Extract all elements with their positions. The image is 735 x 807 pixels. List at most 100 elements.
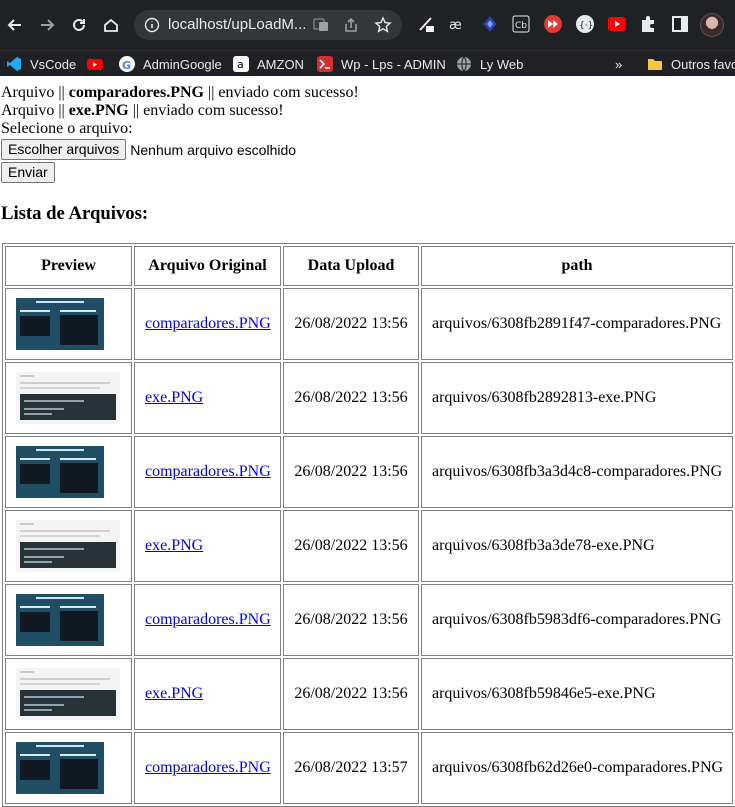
url-text: localhost/upLoadM... [168, 16, 307, 33]
bookmark-label: AMZON [257, 56, 304, 72]
site-info-icon[interactable] [144, 17, 160, 33]
ae-extension-icon[interactable]: æ [447, 14, 467, 34]
bookmarks-overflow-button[interactable]: » [615, 55, 622, 73]
uploaded-filename: comparadores.PNG [68, 84, 204, 101]
path-cell: arquivos/6308fb62d26e0-comparadores.PNG [421, 732, 733, 804]
bookmark-wp-lps-admin[interactable]: Wp - Lps - ADMIN [317, 55, 446, 73]
upload-date-cell: 26/08/2022 13:56 [283, 362, 419, 434]
file-link[interactable]: exe.PNG [145, 537, 203, 554]
bookmark-label: Outros favor [671, 56, 735, 72]
path-cell: arquivos/6308fb3a3d4c8-comparadores.PNG [421, 436, 733, 508]
back-arrow-icon [7, 19, 21, 31]
svg-text:æ: æ [449, 18, 462, 33]
forward-arrow-icon [41, 19, 55, 31]
svg-text:G: G [122, 59, 131, 72]
bookmark-label: Wp - Lps - ADMIN [341, 56, 446, 72]
back-button[interactable] [2, 12, 28, 38]
submit-button[interactable]: Enviar [1, 162, 55, 183]
pen-extension-icon[interactable] [416, 14, 436, 34]
vscode-icon [7, 57, 21, 71]
path-cell: arquivos/6308fb3a3de78-exe.PNG [421, 510, 733, 582]
overflow-chevron-icon: » [615, 56, 623, 72]
bookmark-amazon[interactable]: a AMZON [233, 55, 304, 73]
table-row: exe.PNG 26/08/2022 13:56 arquivos/6308fb3a… [5, 510, 733, 582]
amazon-icon: a [233, 56, 249, 72]
fast-forward-extension-icon[interactable] [543, 14, 563, 34]
diamond-extension-icon[interactable] [480, 14, 500, 34]
side-panel-icon[interactable] [670, 14, 690, 34]
forward-button[interactable] [34, 12, 60, 38]
globe-icon [457, 56, 471, 72]
bookmark-admingoogle[interactable]: G AdminGoogle [119, 55, 222, 73]
youtube-icon [87, 59, 103, 70]
cb-extension-icon[interactable]: Cb [511, 14, 531, 34]
file-link[interactable]: comparadores.PNG [145, 759, 271, 776]
no-file-chosen-text: Nenhum arquivo escolhido [130, 141, 297, 158]
address-bar[interactable]: localhost/upLoadM... [134, 10, 402, 40]
preview-thumbnail [16, 668, 120, 720]
upload-success-message: Arquivo || exe.PNG || enviado com sucess… [1, 102, 284, 119]
choose-files-button[interactable]: Escolher arquivos [1, 139, 127, 160]
reload-button[interactable] [66, 12, 92, 38]
uploaded-filename: exe.PNG [68, 102, 129, 119]
file-link[interactable]: comparadores.PNG [145, 315, 271, 332]
file-link[interactable]: comparadores.PNG [145, 463, 271, 480]
svg-text:Cb: Cb [515, 21, 527, 31]
profile-avatar[interactable] [700, 13, 724, 37]
header-path: path [421, 246, 733, 286]
bookmark-vscode[interactable]: VsCode [6, 55, 76, 73]
bookmark-label: VsCode [30, 56, 77, 72]
bookmark-label: Ly Web [480, 56, 524, 72]
upload-date-cell: 26/08/2022 13:57 [283, 732, 419, 804]
puzzle-icon[interactable] [638, 14, 658, 34]
path-cell: arquivos/6308fb59846e5-exe.PNG [421, 658, 733, 730]
original-file-cell: exe.PNG [134, 510, 281, 582]
upload-date-cell: 26/08/2022 13:56 [283, 510, 419, 582]
table-header-row: Preview Arquivo Original Data Upload pat… [5, 246, 733, 286]
file-link[interactable]: exe.PNG [145, 389, 203, 406]
original-file-cell: comparadores.PNG [134, 584, 281, 656]
path-cell: arquivos/6308fb5983df6-comparadores.PNG [421, 584, 733, 656]
share-icon[interactable] [342, 16, 360, 34]
google-icon: G [119, 56, 135, 72]
page-content: Arquivo || comparadores.PNG || enviado c… [0, 76, 735, 807]
bookmarks-bar: VsCode G AdminGoogle a AMZON Wp - Lps - … [0, 50, 735, 76]
code-extension-icon[interactable]: {·} [575, 14, 595, 34]
svg-text:{·}: {·} [579, 21, 593, 31]
bookmark-ly-web[interactable]: Ly Web [456, 55, 523, 73]
home-button[interactable] [98, 12, 124, 38]
table-row: comparadores.PNG 26/08/2022 13:56 arquivos… [5, 436, 733, 508]
upload-date-cell: 26/08/2022 13:56 [283, 658, 419, 730]
translate-icon[interactable] [312, 16, 330, 34]
preview-thumbnail [16, 298, 104, 350]
header-original-file: Arquivo Original [134, 246, 281, 286]
preview-cell [5, 288, 132, 360]
original-file-cell: exe.PNG [134, 658, 281, 730]
youtube-extension-icon[interactable] [607, 14, 627, 34]
original-file-cell: exe.PNG [134, 362, 281, 434]
table-row: exe.PNG 26/08/2022 13:56 arquivos/6308fb28… [5, 362, 733, 434]
file-input[interactable]: Escolher arquivos Nenhum arquivo escolhi… [1, 138, 735, 161]
preview-cell [5, 732, 132, 804]
header-preview: Preview [5, 246, 132, 286]
preview-cell [5, 436, 132, 508]
bookmark-youtube[interactable] [87, 55, 111, 73]
file-link[interactable]: comparadores.PNG [145, 611, 271, 628]
file-link[interactable]: exe.PNG [145, 685, 203, 702]
original-file-cell: comparadores.PNG [134, 436, 281, 508]
select-file-label: Selecione o arquivo: [1, 120, 133, 137]
preview-thumbnail [16, 520, 120, 572]
bookmark-star-icon[interactable] [374, 16, 392, 34]
upload-success-message: Arquivo || comparadores.PNG || enviado c… [1, 84, 359, 101]
upload-date-cell: 26/08/2022 13:56 [283, 288, 419, 360]
bookmark-label: AdminGoogle [143, 56, 222, 72]
preview-thumbnail [16, 372, 120, 424]
preview-thumbnail [16, 742, 104, 794]
preview-cell [5, 658, 132, 730]
preview-cell [5, 362, 132, 434]
preview-thumbnail [16, 446, 104, 498]
bookmark-other-folder[interactable]: Outros favor [647, 55, 735, 73]
upload-date-cell: 26/08/2022 13:56 [283, 584, 419, 656]
table-row: exe.PNG 26/08/2022 13:56 arquivos/6308fb59… [5, 658, 733, 730]
preview-thumbnail [16, 594, 104, 646]
